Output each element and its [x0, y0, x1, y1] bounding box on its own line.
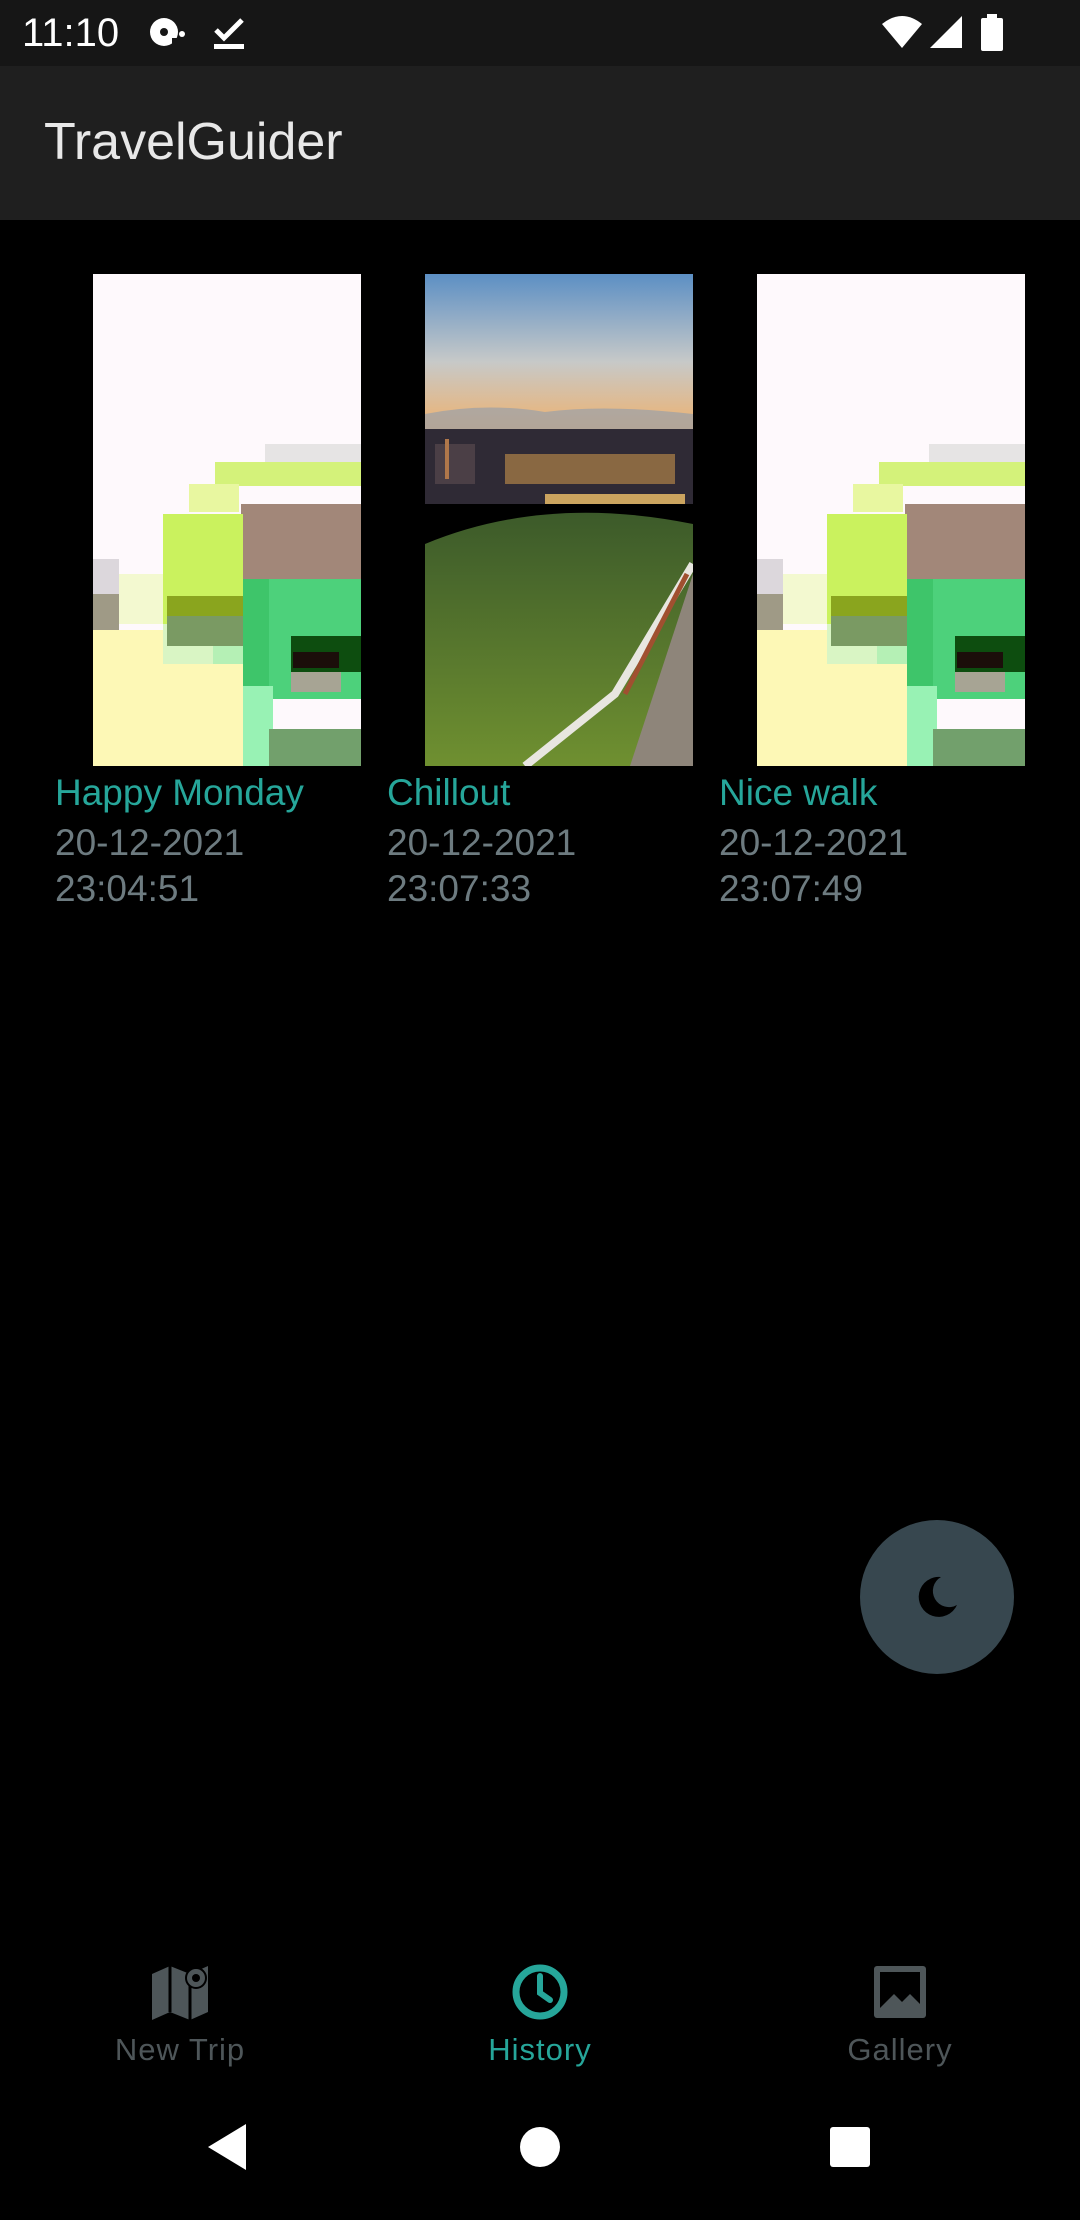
pixelated-image	[757, 274, 1025, 766]
trip-time: 23:07:49	[719, 868, 864, 909]
trip-title: Nice walk	[719, 772, 878, 813]
app-title: TravelGuider	[44, 113, 343, 171]
history-icon	[512, 1964, 568, 2020]
theme-toggle-button[interactable]	[860, 1520, 1014, 1674]
screen: 11:10 TravelGuider Happy Monday 20-12-20…	[0, 0, 1080, 2220]
back-icon[interactable]	[204, 2122, 250, 2172]
nav-label: Gallery	[847, 2032, 953, 2067]
trip-thumbnail[interactable]	[757, 274, 1025, 766]
nav-item-history[interactable]: History	[360, 1934, 720, 2074]
media-icon	[150, 18, 185, 46]
download-done-icon	[214, 18, 244, 49]
nav-label: New Trip	[114, 2032, 246, 2067]
trip-date: 20-12-2021	[387, 822, 577, 863]
nav-label: History	[488, 2032, 592, 2067]
trip-thumbnail[interactable]	[425, 274, 693, 766]
nav-item-new-trip[interactable]: New Trip	[0, 1934, 360, 2074]
home-icon[interactable]	[518, 2122, 562, 2172]
pixelated-image	[93, 274, 361, 766]
nav-item-gallery[interactable]: Gallery	[720, 1934, 1080, 2074]
moon-icon	[918, 1576, 957, 1617]
trip-date: 20-12-2021	[55, 822, 245, 863]
trip-thumbnail[interactable]	[93, 274, 361, 766]
trip-date: 20-12-2021	[719, 822, 909, 863]
map-icon	[152, 1966, 208, 2020]
system-navigation-bar	[0, 2074, 1080, 2220]
wifi-icon	[882, 16, 922, 48]
trip-title: Chillout	[387, 772, 511, 813]
trip-title: Happy Monday	[55, 772, 304, 813]
status-time: 11:10	[22, 11, 120, 55]
bottom-navigation: New Trip History Gallery	[0, 1934, 1080, 2074]
gallery-icon	[874, 1966, 926, 2018]
app-bar: TravelGuider	[0, 66, 1080, 220]
trip-time: 23:07:33	[387, 868, 532, 909]
status-bar: 11:10	[0, 0, 1080, 66]
signal-icon	[930, 16, 962, 48]
trip-time: 23:04:51	[55, 868, 200, 909]
battery-icon	[981, 14, 1003, 51]
recents-icon[interactable]	[828, 2122, 872, 2172]
city-sunset-photo	[425, 274, 693, 766]
